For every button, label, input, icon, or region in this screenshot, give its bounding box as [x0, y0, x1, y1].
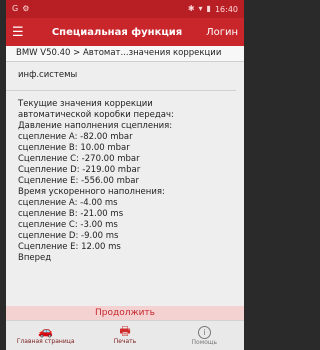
nav-print-label: Печать	[113, 338, 137, 345]
wifi-icon: ▾	[198, 4, 203, 13]
info-line: Сцепление D: -219.00 mbar	[18, 165, 141, 175]
info-line: сцепление A: -4.00 ms	[18, 198, 118, 208]
nav-print[interactable]: 🖶 Печать	[90, 321, 160, 345]
info-line: сцепление D: -9.00 ms	[18, 231, 119, 241]
bluetooth-icon: ✱	[187, 4, 195, 13]
app-header: ☰ Специальная функция Логин	[6, 18, 244, 46]
info-line: Сцепление C: -270.00 mbar	[18, 154, 140, 164]
info-line: Текущие значения коррекции	[18, 99, 153, 109]
info-line: сцепление A: -82.00 mbar	[18, 132, 133, 142]
car-icon: 🚗	[38, 324, 54, 338]
nav-home-label: Главная страница	[16, 338, 75, 345]
bottom-nav: 🚗 Главная страница 🖶 Печать i Помощь	[6, 320, 244, 350]
info-line: Давление наполнения сцепления:	[18, 121, 173, 131]
continue-button[interactable]: Продолжить	[6, 306, 244, 320]
nav-help-label: Помощь	[191, 339, 218, 346]
info-line: Сцепление E: -556.00 mbar	[18, 176, 140, 186]
info-line: сцепление C: -3.00 ms	[18, 220, 118, 230]
printer-icon: 🖶	[119, 324, 131, 338]
section-label: инф.системы	[18, 70, 78, 80]
battery-icon: ▮	[206, 4, 211, 13]
device-screen: G ⚙ ✱ ▾ ▮ 16:40 ☰ Специальная функция Ло…	[6, 0, 244, 350]
divider	[6, 90, 236, 91]
gear-icon: ⚙	[22, 4, 30, 13]
info-line: Вперед	[18, 253, 52, 263]
login-button[interactable]: Логин	[206, 27, 238, 38]
status-bar: G ⚙ ✱ ▾ ▮ 16:40	[6, 0, 244, 18]
nav-help[interactable]: i Помощь	[169, 321, 239, 346]
info-icon: i	[197, 326, 211, 339]
page-title: Специальная функция	[51, 26, 183, 38]
status-time: 16:40	[214, 4, 238, 14]
info-line: сцепление B: -21.00 ms	[18, 209, 124, 219]
info-line: Сцепление E: 12.00 ms	[18, 242, 121, 252]
info-line: Время ускоренного наполнения:	[18, 187, 165, 197]
breadcrumb: BMW V50.40 > Автомат...значения коррекци…	[6, 46, 244, 62]
nav-home[interactable]: 🚗 Главная страница	[11, 321, 81, 345]
info-line: сцепление B: 10.00 mbar	[18, 143, 130, 153]
app-g-icon: G	[12, 4, 19, 13]
info-line: автоматической коробки передач:	[18, 110, 174, 120]
info-lines: Текущие значения коррекции автоматическо…	[18, 99, 236, 264]
menu-icon[interactable]: ☰	[12, 25, 28, 40]
info-content: инф.системы Текущие значения коррекции а…	[6, 62, 244, 264]
